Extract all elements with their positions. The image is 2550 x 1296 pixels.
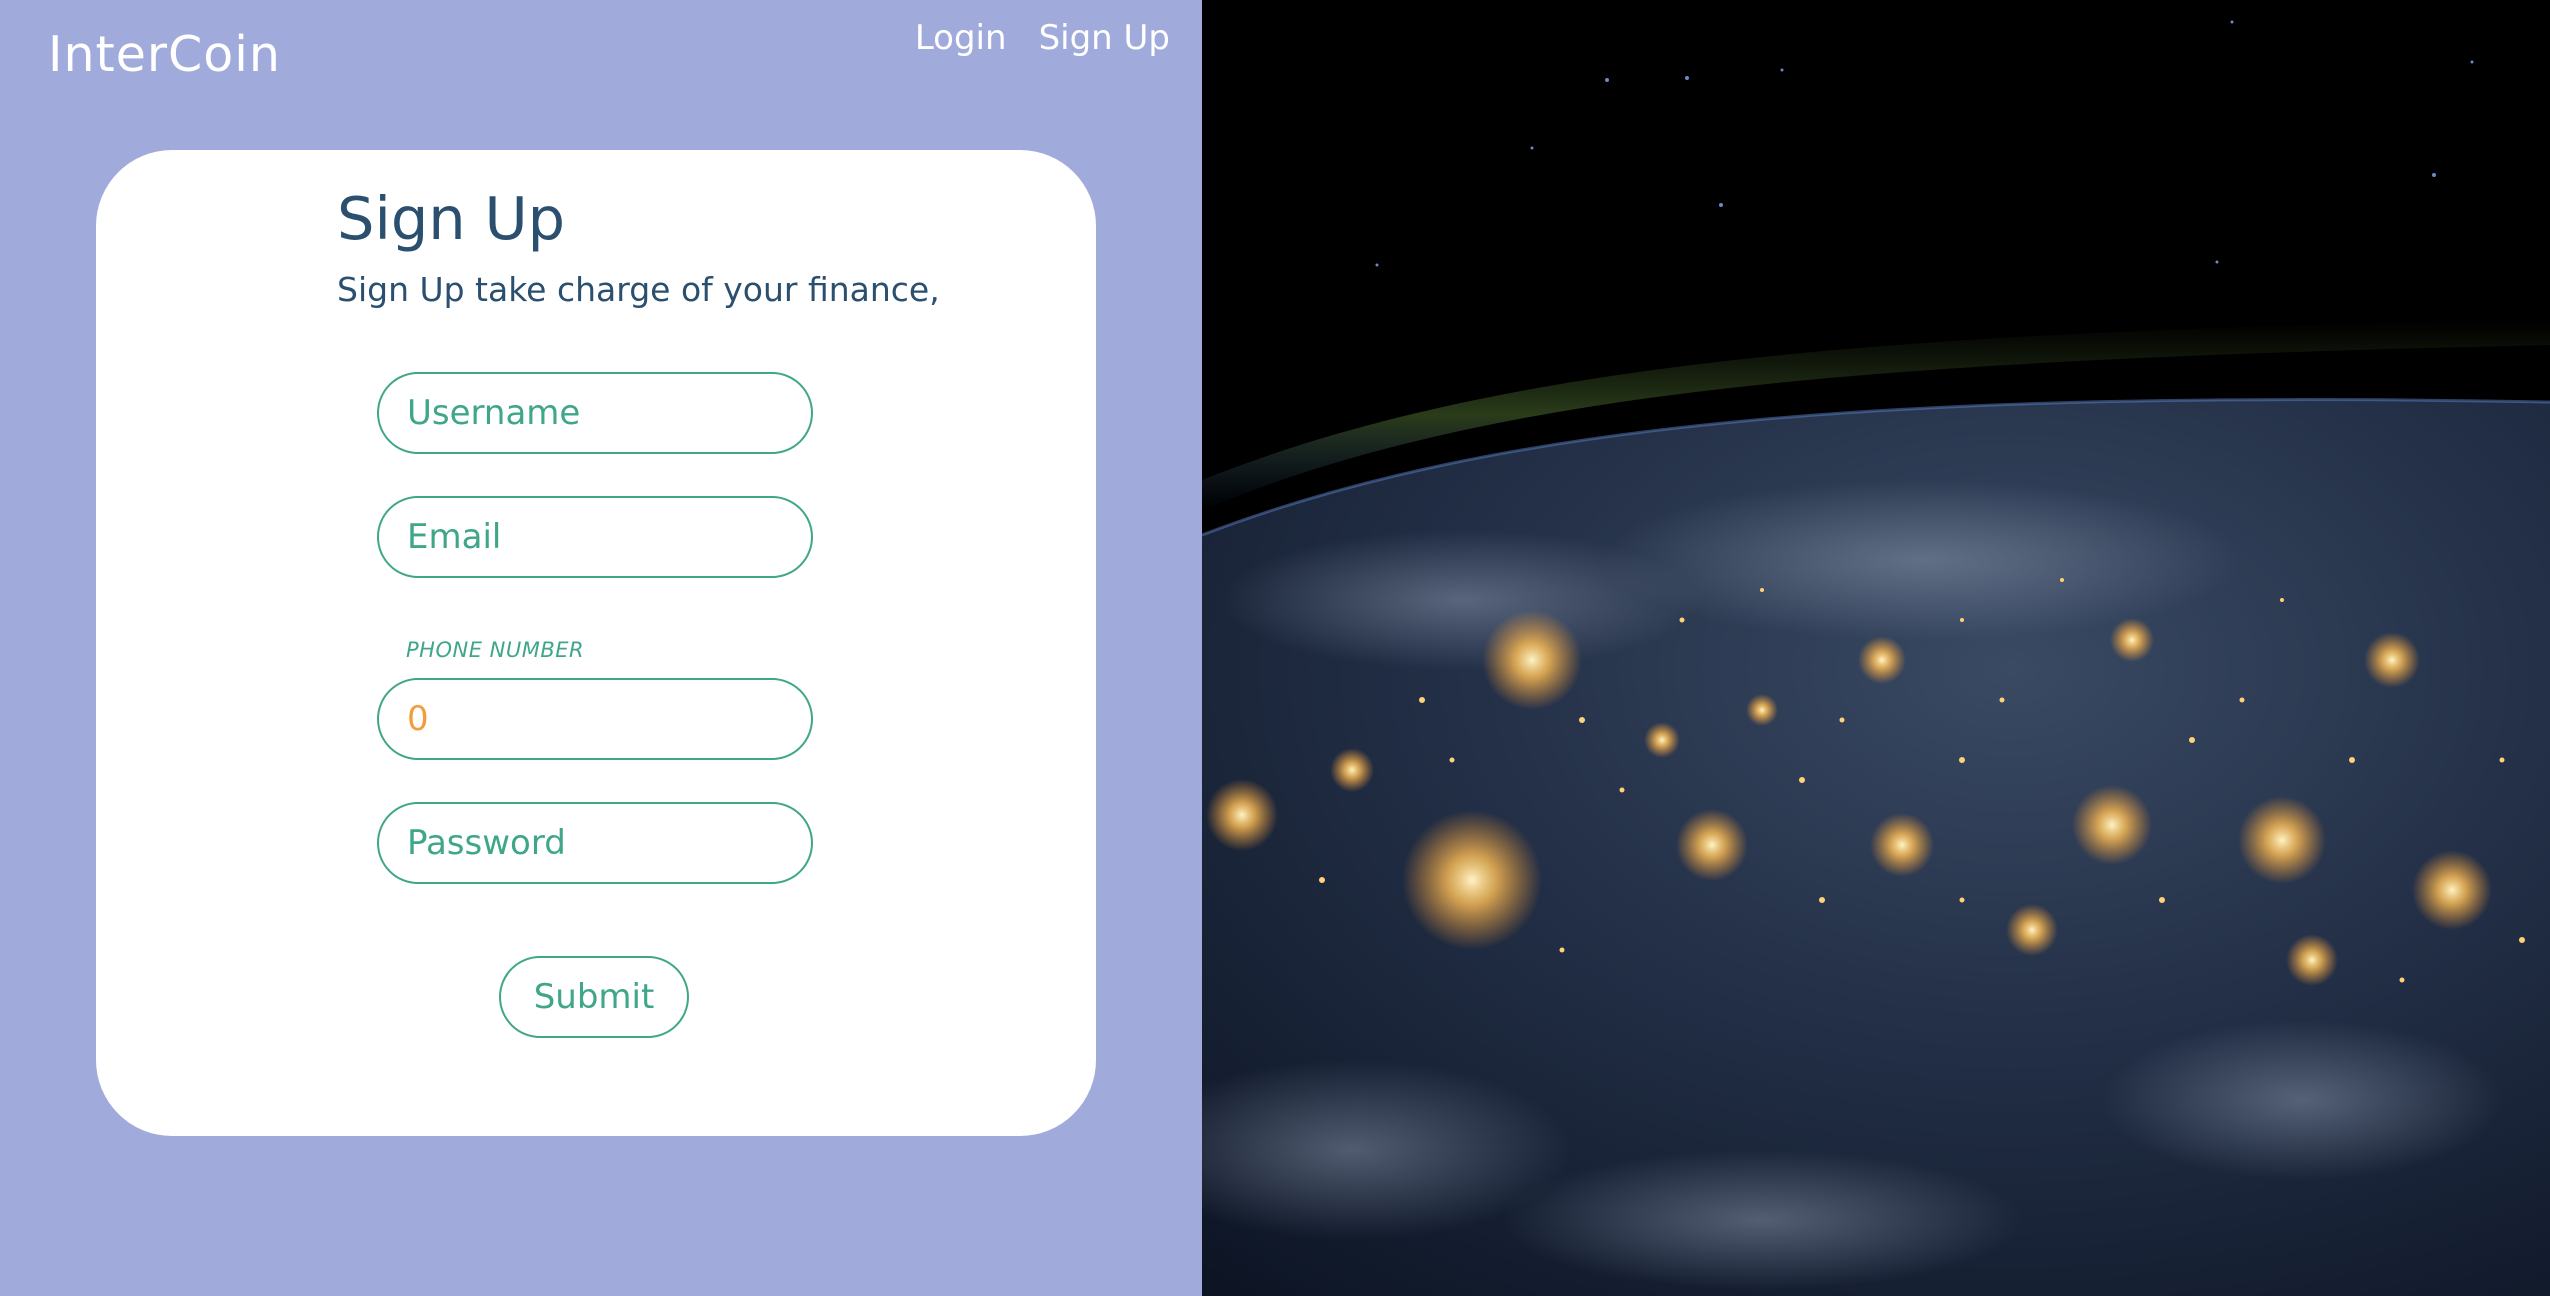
page-subtitle: Sign Up take charge of your finance, bbox=[337, 270, 940, 309]
login-link[interactable]: Login bbox=[915, 18, 1007, 58]
phone-number-input[interactable] bbox=[377, 678, 813, 760]
password-input[interactable] bbox=[377, 802, 813, 884]
earth-night-image bbox=[1202, 0, 2550, 1296]
signup-card: Sign Up Sign Up take charge of your fina… bbox=[96, 150, 1096, 1136]
earth-night-photo bbox=[1202, 0, 2550, 1296]
email-input[interactable] bbox=[377, 496, 813, 578]
username-input[interactable] bbox=[377, 372, 813, 454]
left-panel: InterCoin Login Sign Up Sign Up Sign Up … bbox=[0, 0, 1202, 1296]
phone-number-label: PHONE NUMBER bbox=[406, 638, 585, 662]
submit-button[interactable]: Submit bbox=[499, 956, 689, 1038]
brand-logo[interactable]: InterCoin bbox=[48, 26, 281, 83]
top-nav: Login Sign Up bbox=[915, 18, 1170, 58]
page-title: Sign Up bbox=[337, 184, 566, 253]
signup-link[interactable]: Sign Up bbox=[1039, 18, 1170, 58]
page: InterCoin Login Sign Up Sign Up Sign Up … bbox=[0, 0, 2550, 1296]
